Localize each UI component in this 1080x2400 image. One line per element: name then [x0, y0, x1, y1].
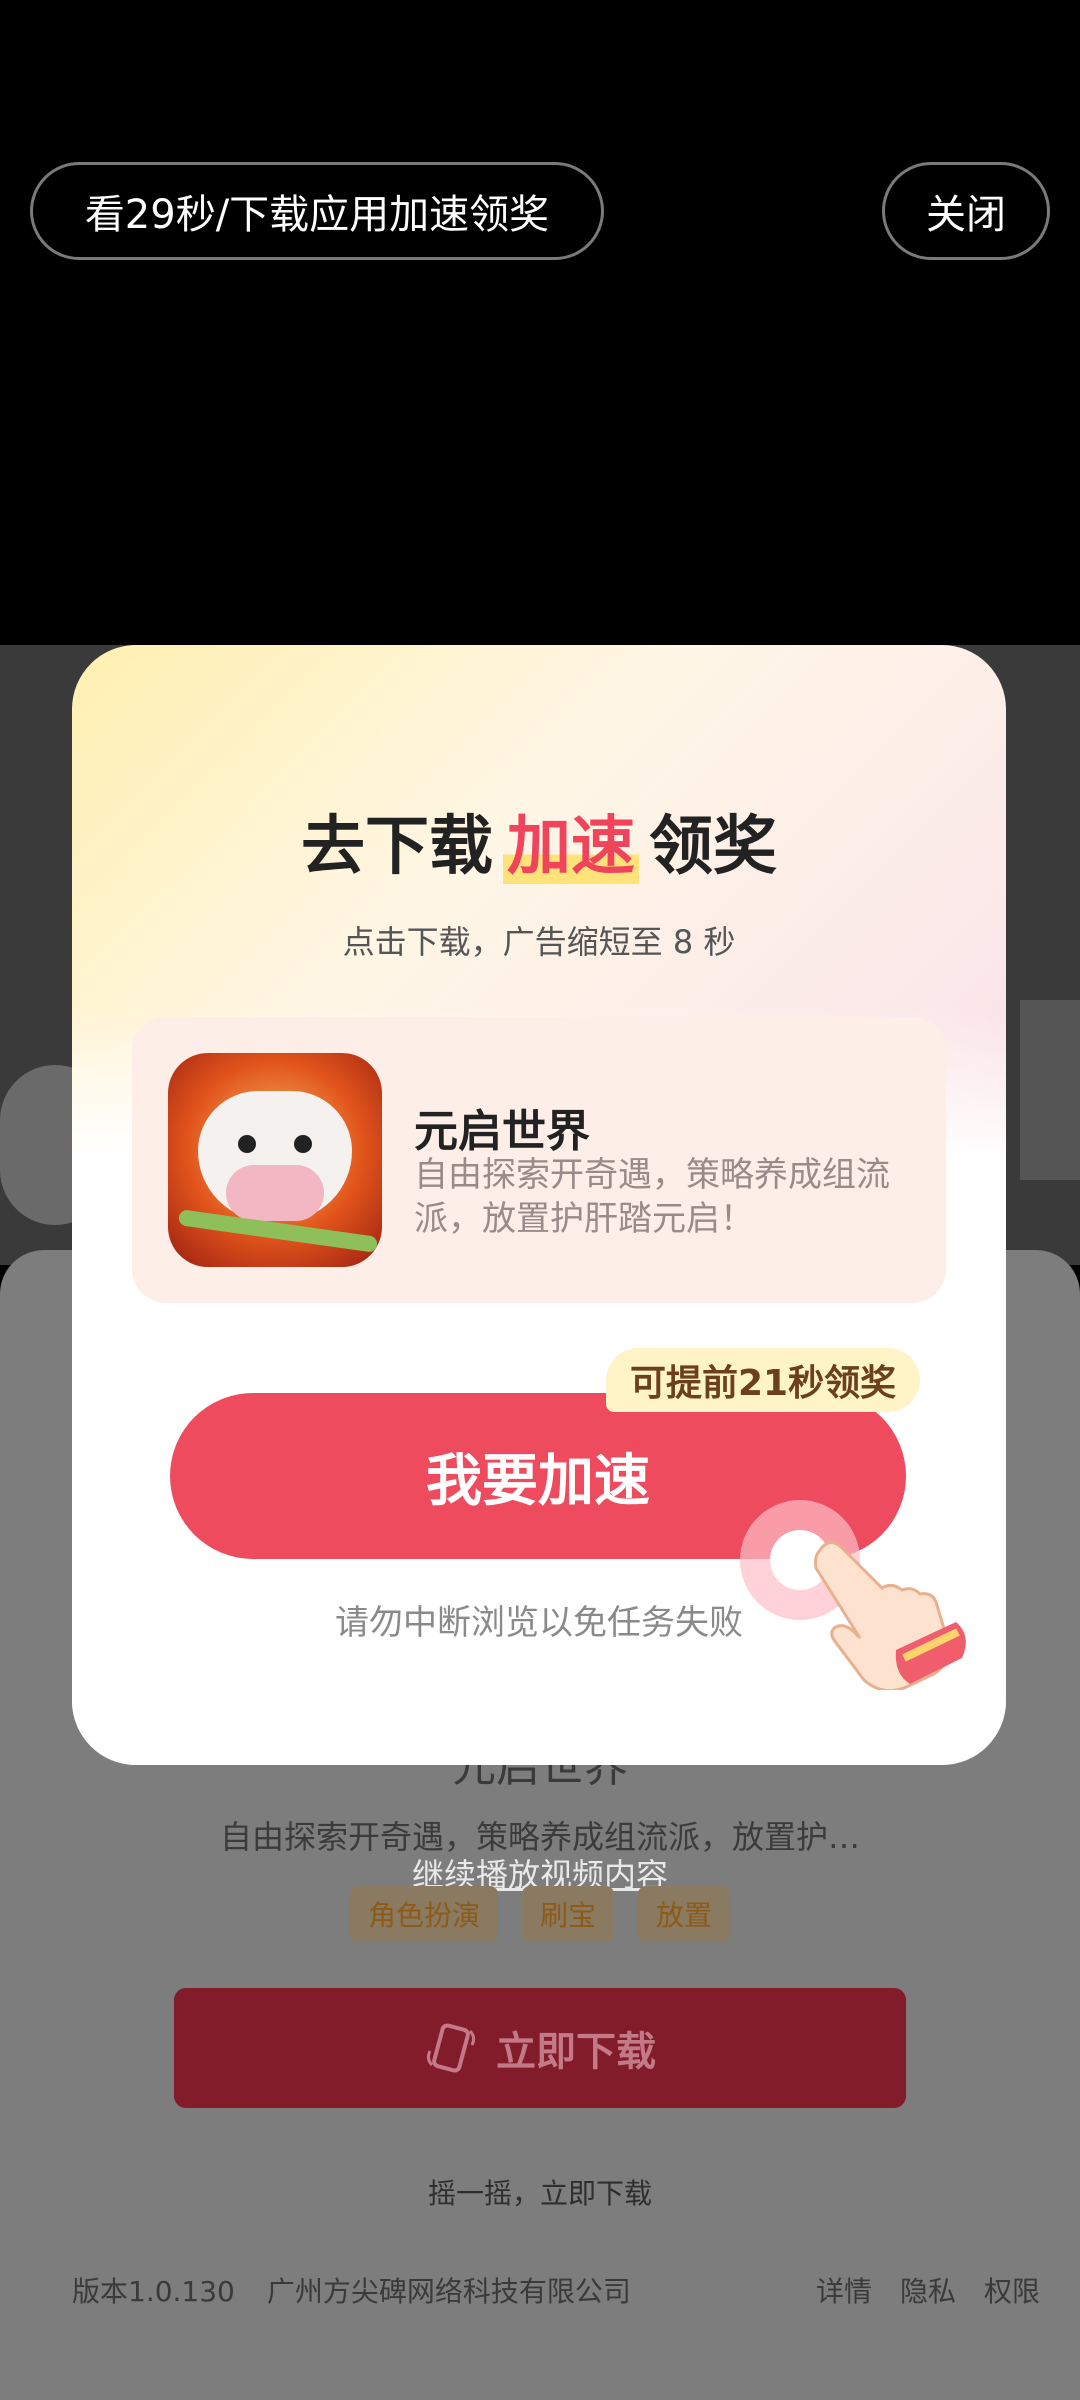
tag-list: 角色扮演 刷宝 放置: [0, 1886, 1080, 1942]
pointing-hand-icon: [814, 1541, 966, 1690]
title-prefix: 去下载: [301, 810, 493, 884]
tag-item: 角色扮演: [349, 1886, 498, 1942]
timer-reward-pill[interactable]: 看29秒/下载应用加速领奖: [30, 162, 604, 260]
app-name: 元启世界: [414, 1106, 590, 1157]
dialog-title: 去下载 加速 领奖: [72, 795, 1006, 887]
tag-item: 刷宝: [521, 1886, 614, 1942]
app-description: 自由探索开奇遇，策略养成组流派，放置护肝踏元启！: [414, 1155, 890, 1239]
title-suffix: 领奖: [649, 810, 777, 884]
privacy-link[interactable]: 隐私: [900, 2270, 956, 2310]
early-reward-badge: 可提前21秒领奖: [606, 1348, 921, 1412]
download-now-button[interactable]: 立即下载: [174, 1988, 906, 2108]
company-text: 广州方尖碑网络科技有限公司: [266, 2275, 631, 2308]
title-highlight: 加速: [503, 810, 639, 884]
close-button[interactable]: 关闭: [882, 162, 1050, 260]
video-shape: [1020, 1000, 1080, 1180]
details-link[interactable]: 详情: [816, 2270, 872, 2310]
phone-shake-icon: [426, 2023, 476, 2073]
permissions-link[interactable]: 权限: [984, 2270, 1040, 2310]
cow-warrior-app-icon: [168, 1053, 382, 1267]
close-label: 关闭: [926, 192, 1006, 238]
timer-label: 看29秒/下载应用加速领奖: [84, 192, 550, 238]
download-now-label: 立即下载: [496, 2029, 656, 2075]
version-text: 版本1.0.130: [72, 2275, 235, 2308]
tag-item: 放置: [638, 1886, 731, 1942]
dialog-subtitle: 点击下载，广告缩短至 8 秒: [342, 923, 736, 961]
shake-hint: 摇一摇，立即下载: [427, 2177, 652, 2210]
speed-up-label: 我要加速: [426, 1448, 650, 1514]
footer: 版本1.0.130 广州方尖碑网络科技有限公司 详情 隐私 权限: [72, 2270, 1040, 2310]
app-card[interactable]: 元启世界 自由探索开奇遇，策略养成组流派，放置护肝踏元启！: [132, 1017, 946, 1303]
